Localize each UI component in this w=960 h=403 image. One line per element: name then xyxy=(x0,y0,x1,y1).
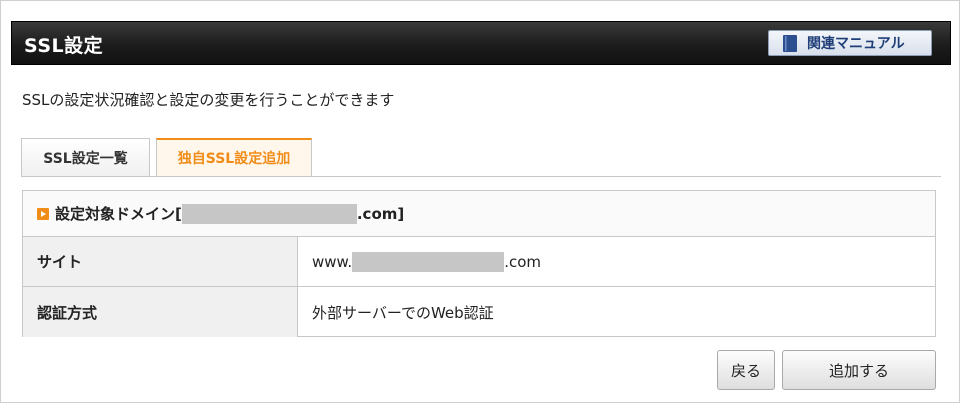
heading-suffix: .com] xyxy=(356,204,405,223)
target-domain-text: 設定対象ドメイン[ .com] xyxy=(55,203,404,224)
auth-method-value: 外部サーバーでのWeb認証 xyxy=(312,303,494,322)
ssl-settings-table: 設定対象ドメイン[ .com] サイト www. .com 認証方式 外部サーバーで… xyxy=(22,190,936,337)
table-row-site: サイト www. .com xyxy=(23,237,935,287)
tab-ssl-list[interactable]: SSL設定一覧 xyxy=(21,138,150,176)
site-label: サイト xyxy=(23,237,298,286)
redacted-domain xyxy=(181,203,357,224)
related-manual-button[interactable]: 関連マニュアル xyxy=(768,30,932,56)
tab-add-ssl[interactable]: 独自SSL設定追加 xyxy=(156,138,312,176)
site-value-suffix: .com xyxy=(504,252,542,271)
target-domain-heading: 設定対象ドメイン[ .com] xyxy=(23,191,935,237)
site-value-prefix: www. xyxy=(312,252,353,271)
redacted-site xyxy=(352,251,505,272)
table-row-auth-method: 認証方式 外部サーバーでのWeb認証 xyxy=(23,287,935,337)
page-header: SSL設定 関連マニュアル xyxy=(11,21,951,65)
page-title: SSL設定 xyxy=(24,35,104,57)
tab-divider xyxy=(21,176,941,177)
heading-prefix: 設定対象ドメイン[ xyxy=(55,205,182,223)
auth-method-label: 認証方式 xyxy=(23,287,298,337)
main-frame: SSL設定 関連マニュアル SSLの設定状況確認と設定の変更を行うことができます… xyxy=(0,0,960,403)
back-button[interactable]: 戻る xyxy=(717,350,775,390)
book-icon xyxy=(783,34,797,52)
add-button[interactable]: 追加する xyxy=(782,350,936,390)
related-manual-label: 関連マニュアル xyxy=(807,36,905,52)
play-arrow-icon xyxy=(37,207,49,220)
site-value: www. .com xyxy=(298,237,935,286)
page-description: SSLの設定状況確認と設定の変更を行うことができます xyxy=(22,91,395,109)
